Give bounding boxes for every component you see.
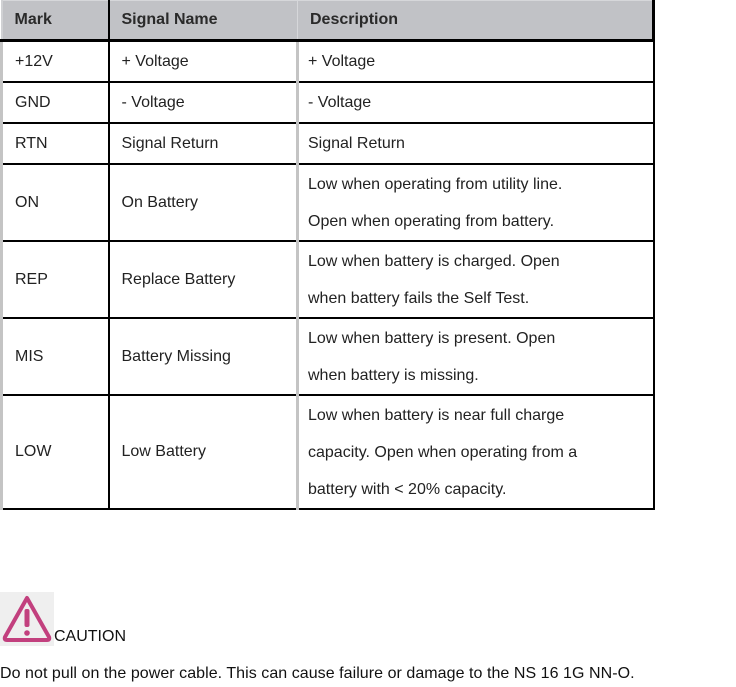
signal-name-cell: Battery Missing <box>108 318 299 396</box>
signal-name-cell: - Voltage <box>108 82 299 124</box>
description-cell: Low when battery is present. Open when b… <box>297 318 655 396</box>
description-line: capacity. Open when operating from a <box>308 443 578 461</box>
description-cell: - Voltage <box>297 82 655 124</box>
header-description: Description <box>297 0 655 42</box>
mark-cell: LOW <box>0 395 110 510</box>
description-line: Low when battery is charged. Open <box>308 252 560 270</box>
table-row: REP Replace Battery Low when battery is … <box>0 241 655 319</box>
caution-message: Do not pull on the power cable. This can… <box>0 665 635 682</box>
description-line: Open when operating from battery. <box>308 212 555 230</box>
table-row: ON On Battery Low when operating from ut… <box>0 164 655 242</box>
caution-heading: CAUTION <box>0 592 126 646</box>
description-line: + Voltage <box>308 53 376 70</box>
description-line: battery with < 20% capacity. <box>308 480 507 498</box>
signal-name-cell: On Battery <box>108 164 299 242</box>
mark-cell: REP <box>0 241 110 319</box>
description-line: when battery is missing. <box>308 366 479 384</box>
mark-cell: MIS <box>0 318 110 396</box>
description-line: Signal Return <box>308 135 405 152</box>
description-line: when battery fails the Self Test. <box>308 289 530 307</box>
header-mark: Mark <box>0 0 110 42</box>
description-cell: Low when battery is near full charge cap… <box>297 395 655 510</box>
table-header-row: Mark Signal Name Description <box>0 0 655 42</box>
caution-label: CAUTION <box>54 628 126 645</box>
description-cell: Signal Return <box>297 123 655 165</box>
table-row: RTN Signal Return Signal Return <box>0 123 655 165</box>
description-line: Low when operating from utility line. <box>308 175 563 193</box>
mark-cell: GND <box>0 82 110 124</box>
signal-table: Mark Signal Name Description +12V + Volt… <box>0 0 655 510</box>
description-cell: + Voltage <box>297 40 655 83</box>
signal-name-cell: Replace Battery <box>108 241 299 319</box>
signal-name-cell: + Voltage <box>108 40 299 83</box>
mark-cell: ON <box>0 164 110 242</box>
signal-name-cell: Signal Return <box>108 123 299 165</box>
description-cell: Low when operating from utility line. Op… <box>297 164 655 242</box>
table-row: MIS Battery Missing Low when battery is … <box>0 318 655 396</box>
description-line: Low when battery is near full charge <box>308 406 565 424</box>
header-signal-name: Signal Name <box>108 0 298 42</box>
warning-triangle-icon <box>0 592 54 646</box>
mark-cell: RTN <box>0 123 110 165</box>
table-row: LOW Low Battery Low when battery is near… <box>0 395 655 510</box>
table-row: GND - Voltage - Voltage <box>0 82 655 124</box>
table-row: +12V + Voltage + Voltage <box>0 40 655 83</box>
description-line: Low when battery is present. Open <box>308 329 556 347</box>
description-cell: Low when battery is charged. Open when b… <box>297 241 655 319</box>
signal-name-cell: Low Battery <box>108 395 299 510</box>
description-line: - Voltage <box>308 94 372 111</box>
mark-cell: +12V <box>0 40 110 83</box>
